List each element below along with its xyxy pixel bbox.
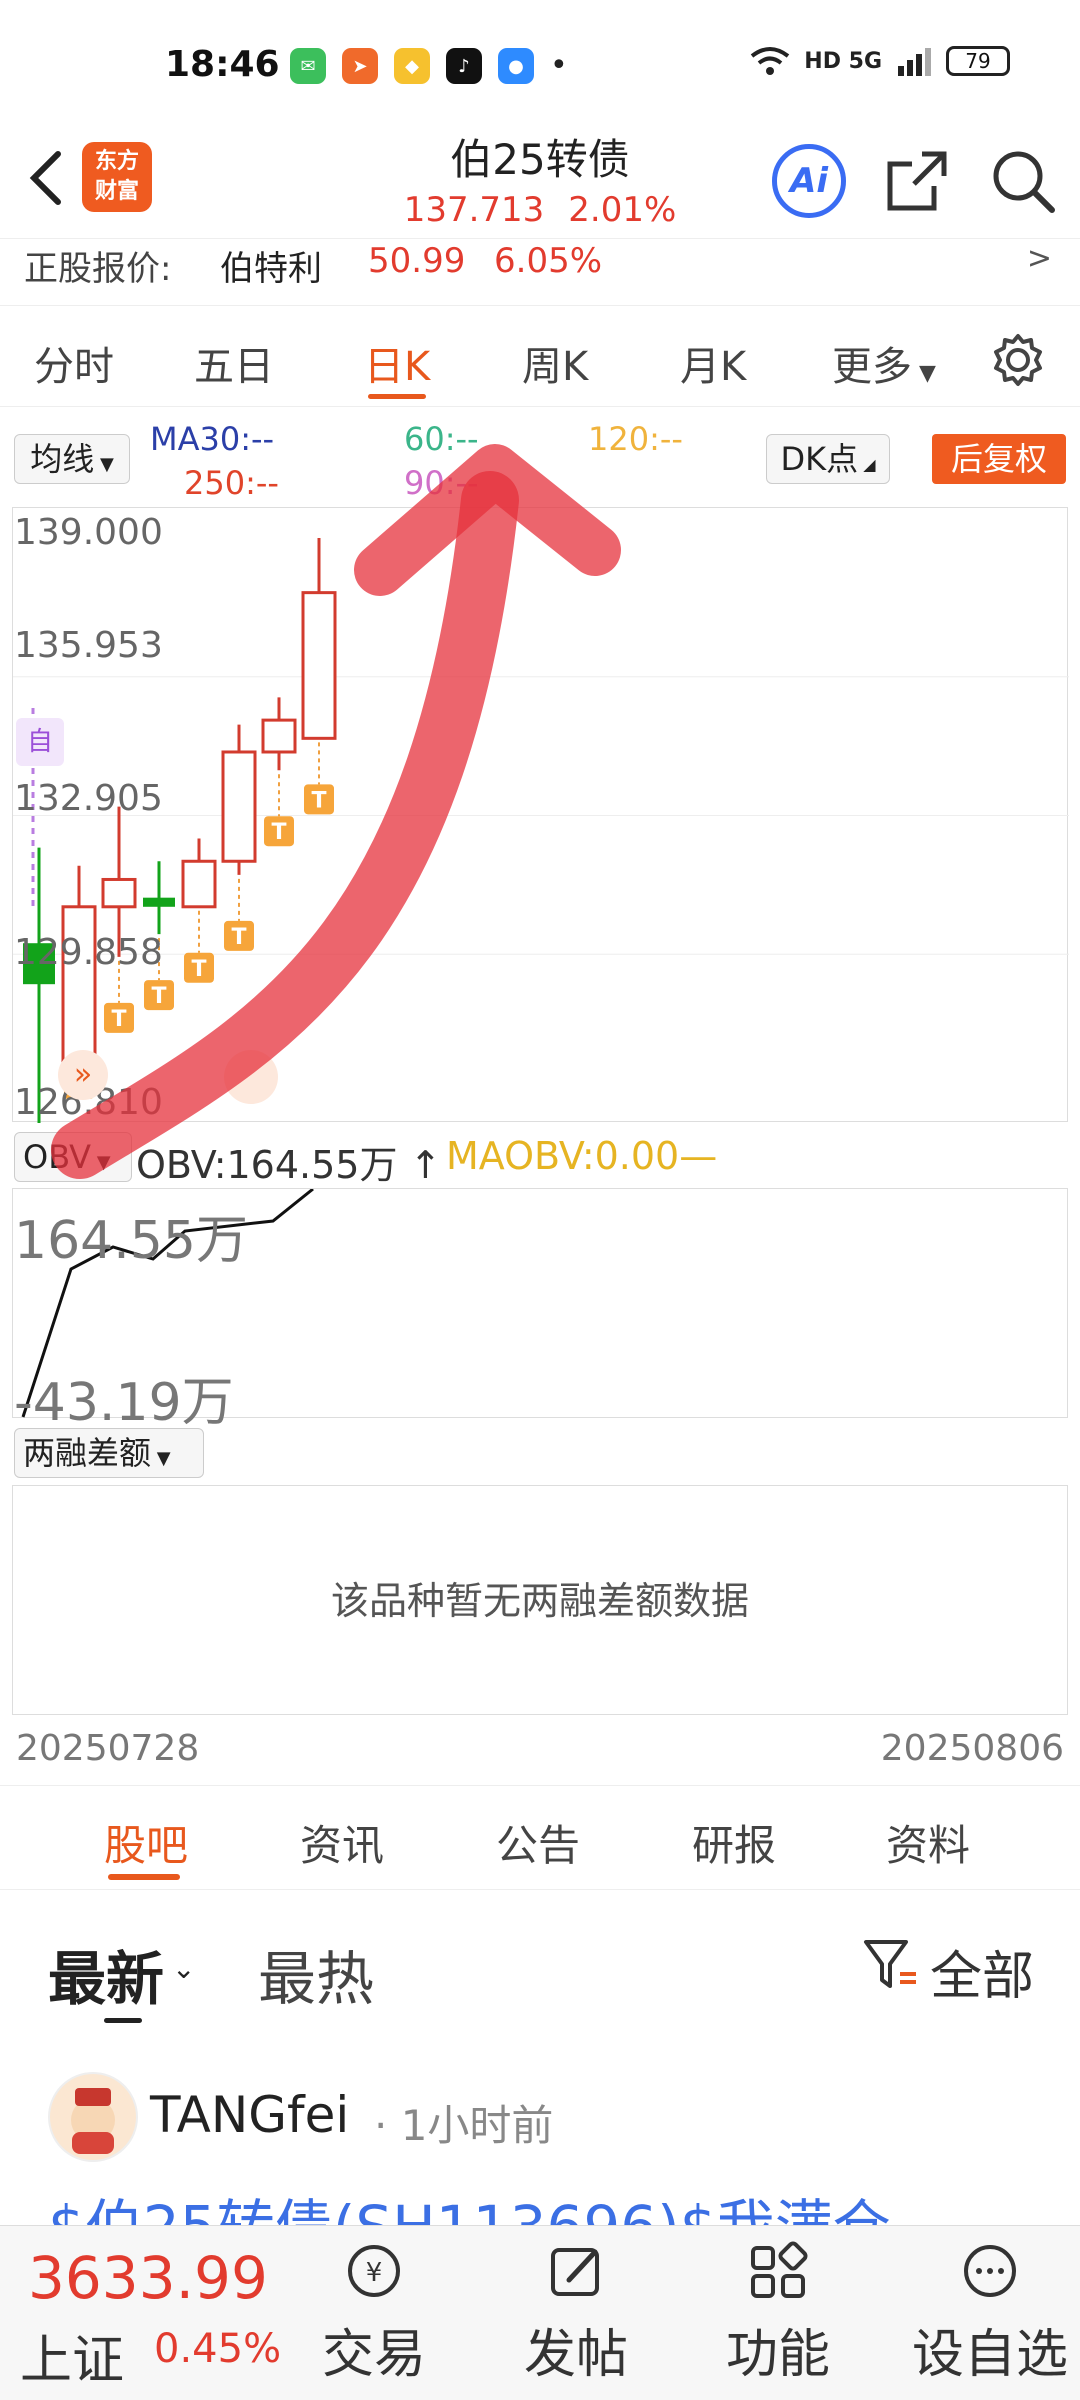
tab-monthly-k[interactable]: 月K bbox=[680, 334, 746, 392]
nav-trade[interactable]: ¥ 交易 bbox=[304, 2240, 444, 2387]
nav-watchlist-label: 设自选 bbox=[911, 2325, 1068, 2385]
wifi-icon bbox=[751, 47, 790, 75]
dk-point-label: DK点 bbox=[780, 440, 859, 478]
tab-profile[interactable]: 资料 bbox=[886, 1812, 970, 1873]
battery-indicator: 79 bbox=[946, 46, 1010, 76]
ai-assistant-icon[interactable]: Ai bbox=[772, 144, 846, 218]
search-icon[interactable] bbox=[988, 146, 1058, 216]
post-time: · 1小时前 bbox=[374, 2101, 554, 2150]
sort-indicator bbox=[104, 2018, 142, 2023]
post-username[interactable]: TANGfei bbox=[150, 2086, 349, 2144]
battery-level: 79 bbox=[965, 49, 991, 73]
underlying-quote-row[interactable]: 正股报价: 伯特利 50.99 6.05% > bbox=[0, 238, 1080, 289]
tiktok-app-icon: ♪ bbox=[446, 48, 482, 84]
nav-trade-label: 交易 bbox=[321, 2325, 426, 2385]
network-type: HD 5G bbox=[804, 48, 882, 74]
chevron-down-icon[interactable]: ⌄ bbox=[172, 1952, 195, 1985]
corner-triangle-icon: ◢ bbox=[858, 455, 876, 474]
more-dot-icon: • bbox=[550, 48, 568, 83]
current-price: 137.713 bbox=[403, 190, 545, 230]
sort-latest[interactable]: 最新 bbox=[48, 1932, 164, 2016]
dk-point-button[interactable]: DK点 ◢ bbox=[766, 434, 890, 484]
nav-post-label: 发帖 bbox=[523, 2325, 628, 2385]
nav-functions[interactable]: 功能 bbox=[708, 2240, 848, 2387]
change-percent: 2.01% bbox=[568, 190, 677, 230]
index-value[interactable]: 3633.99 bbox=[28, 2244, 268, 2312]
caret-down-icon: ▼ bbox=[151, 1448, 171, 1469]
nav-watchlist[interactable]: 设自选 bbox=[910, 2240, 1070, 2387]
red-arrow-annotation bbox=[51, 444, 621, 1179]
obv-max-label: 164.55万 bbox=[14, 1211, 248, 1271]
underlying-change: 6.05% bbox=[494, 241, 603, 281]
chevron-right-icon[interactable]: > bbox=[1027, 241, 1052, 276]
message-app-icon: ✉ bbox=[290, 48, 326, 84]
tab-more-label: 更多 bbox=[832, 344, 912, 390]
app-header: 东方 财富 伯25转债 137.713 2.01% Ai bbox=[0, 120, 1080, 245]
underlying-name: 伯特利 bbox=[220, 249, 322, 289]
filter-icon[interactable] bbox=[860, 1934, 920, 1994]
tab-research[interactable]: 研报 bbox=[692, 1812, 776, 1873]
margin-selector-label: 两融差额 bbox=[23, 1434, 152, 1472]
tab-weekly-k[interactable]: 周K bbox=[522, 334, 588, 392]
underlying-label: 正股报价: bbox=[24, 249, 172, 289]
tab-five-day[interactable]: 五日 bbox=[194, 334, 274, 392]
status-time: 18:46 bbox=[165, 44, 280, 85]
status-bar: 18:46 ✉ ➤ ◆ ♪ ● • HD 5G 79 bbox=[0, 0, 1080, 135]
status-app-icons: ✉ ➤ ◆ ♪ ● • bbox=[290, 48, 568, 84]
svg-text:¥: ¥ bbox=[366, 2258, 383, 2288]
tab-news[interactable]: 资讯 bbox=[300, 1812, 384, 1873]
tab-forum[interactable]: 股吧 bbox=[104, 1812, 188, 1873]
edit-icon bbox=[551, 2248, 599, 2296]
trade-icon: ¥ bbox=[348, 2245, 400, 2297]
active-tab-indicator bbox=[108, 1874, 180, 1880]
fortune-god-avatar-icon bbox=[71, 2088, 115, 2154]
share-icon[interactable] bbox=[882, 146, 952, 216]
caret-down-icon: ▼ bbox=[912, 361, 936, 386]
margin-empty-text: 该品种暂无两融差额数据 bbox=[330, 1579, 749, 1623]
signal-icon bbox=[898, 48, 931, 76]
bottom-nav: 3633.99 上证 0.45% ¥ 交易 发帖 功能 设自选 bbox=[0, 2225, 1080, 2400]
margin-selector[interactable]: 两融差额 ▼ bbox=[14, 1428, 204, 1478]
date-end: 20250806 bbox=[880, 1728, 1064, 1769]
period-tabs: 分时 五日 日K 周K 月K 更多 ▼ bbox=[0, 305, 1080, 407]
filter-all[interactable]: 全部 bbox=[930, 1934, 1034, 2009]
underlying-price: 50.99 bbox=[368, 241, 466, 281]
tab-announcements[interactable]: 公告 bbox=[496, 1812, 580, 1873]
avatar[interactable] bbox=[48, 2072, 138, 2162]
tab-daily-k[interactable]: 日K bbox=[364, 334, 430, 392]
index-change[interactable]: 0.45% bbox=[154, 2326, 281, 2372]
wallet-app-icon: ◆ bbox=[394, 48, 430, 84]
tab-more[interactable]: 更多 ▼ bbox=[832, 334, 936, 392]
send-app-icon: ➤ bbox=[342, 48, 378, 84]
more-dots-icon bbox=[964, 2245, 1016, 2297]
adjust-mode-button[interactable]: 后复权 bbox=[932, 434, 1066, 484]
grid-icon bbox=[751, 2241, 808, 2298]
gear-icon[interactable] bbox=[990, 332, 1046, 388]
feed-filter-bar: 最新 ⌄ 最热 全部 bbox=[0, 1900, 1080, 2030]
status-indicators: HD 5G 79 bbox=[750, 46, 1010, 76]
sort-hot[interactable]: 最热 bbox=[258, 1932, 374, 2016]
tab-intraday[interactable]: 分时 bbox=[34, 334, 114, 392]
nav-functions-label: 功能 bbox=[725, 2325, 830, 2385]
date-start: 20250728 bbox=[16, 1728, 200, 1769]
content-tabs: 股吧 资讯 公告 研报 资料 bbox=[0, 1785, 1080, 1890]
obv-min-label: -43.19万 bbox=[14, 1373, 234, 1433]
post-header[interactable]: TANGfei · 1小时前 bbox=[0, 2068, 1080, 2168]
index-name[interactable]: 上证 bbox=[20, 2318, 124, 2393]
active-tab-indicator bbox=[368, 394, 426, 399]
alipay-app-icon: ● bbox=[498, 48, 534, 84]
nav-post[interactable]: 发帖 bbox=[506, 2240, 646, 2387]
